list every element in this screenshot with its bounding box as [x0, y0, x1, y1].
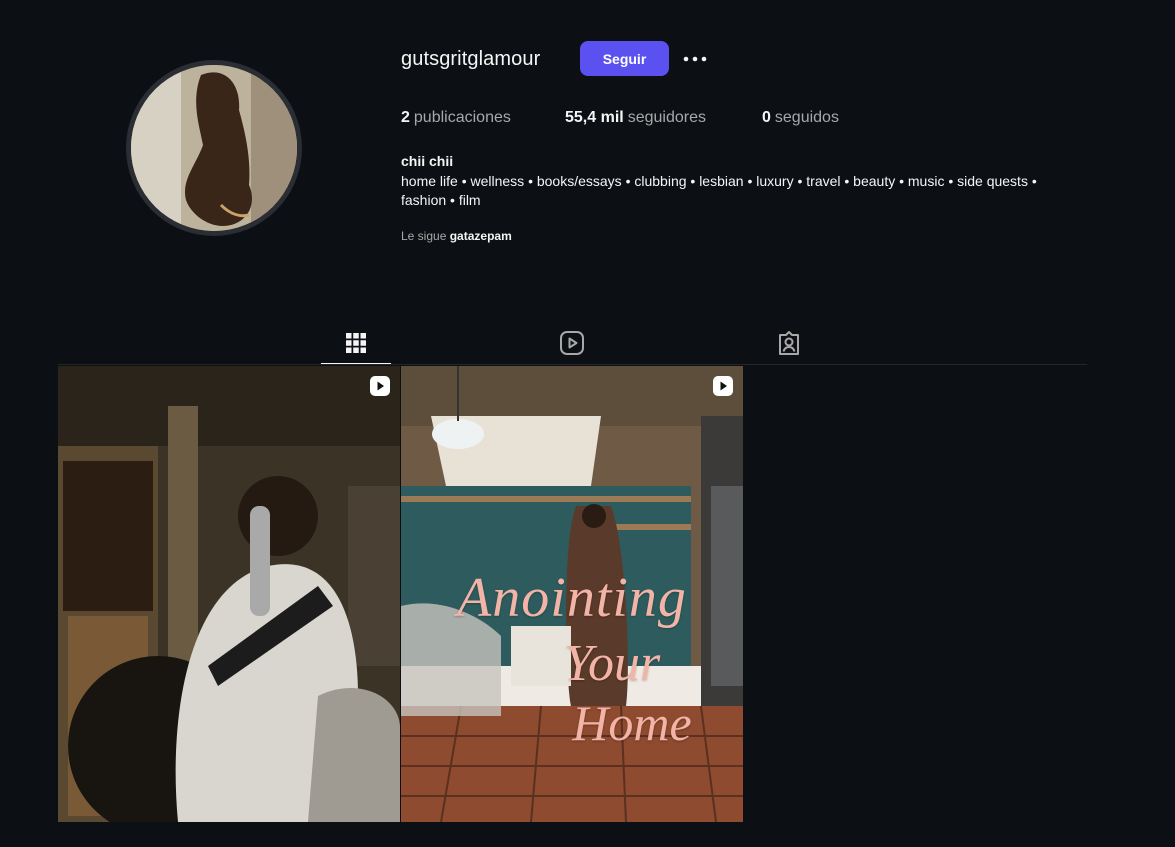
more-horizontal-icon: [683, 56, 707, 62]
stat-following[interactable]: 0 seguidos: [762, 109, 839, 127]
more-options-button[interactable]: [678, 45, 712, 73]
reel-icon: [370, 376, 390, 396]
following-label: seguidos: [774, 109, 839, 126]
followed-by-prefix: Le sigue: [401, 229, 447, 243]
stat-posts: 2 publicaciones: [401, 109, 511, 127]
avatar-ring[interactable]: [126, 60, 302, 236]
reels-icon: [560, 331, 584, 355]
follow-button[interactable]: Seguir: [580, 41, 669, 76]
posts-label: publicaciones: [413, 109, 511, 126]
reel-icon: [713, 376, 733, 396]
post-tile[interactable]: [58, 366, 400, 822]
grid-icon: [346, 333, 366, 353]
followed-by[interactable]: Le sigue gatazepam: [401, 229, 512, 243]
profile-page: gutsgritglamour Seguir 2 publicaciones 55…: [0, 0, 1175, 847]
followed-by-user[interactable]: gatazepam: [450, 229, 512, 243]
stat-followers[interactable]: 55,4 mil seguidores: [565, 109, 706, 127]
avatar[interactable]: [131, 65, 297, 231]
followers-count: 55,4 mil: [565, 109, 624, 126]
followers-label: seguidores: [627, 109, 706, 126]
tab-reels[interactable]: [537, 322, 607, 364]
profile-bio: home life • wellness • books/essays • cl…: [401, 173, 1037, 208]
tabs-divider: [58, 364, 1087, 365]
following-count: 0: [762, 109, 771, 126]
tagged-icon: [779, 331, 799, 355]
profile-full-name: chii chii: [401, 153, 454, 169]
tab-tagged[interactable]: [754, 322, 824, 364]
post-thumbnail: [401, 366, 743, 822]
tab-posts[interactable]: [321, 322, 391, 365]
post-thumbnail: [58, 366, 400, 822]
post-tile[interactable]: Anointing Your Home: [401, 366, 743, 822]
profile-username: gutsgritglamour: [401, 48, 541, 70]
posts-count: 2: [401, 109, 410, 126]
